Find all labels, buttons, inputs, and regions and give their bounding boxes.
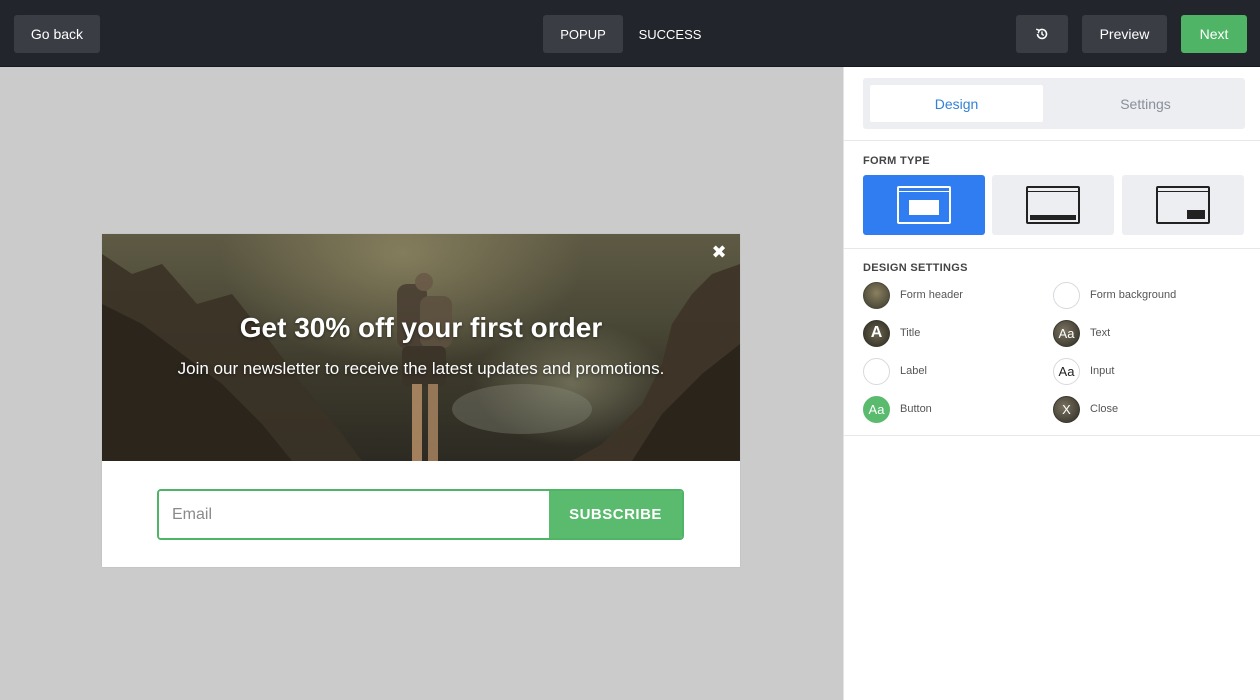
setting-text[interactable]: Aa Text	[1053, 319, 1110, 347]
form-header-swatch	[863, 281, 890, 309]
design-settings-heading: DESIGN SETTINGS	[863, 262, 968, 274]
panel-tabs: Design Settings	[863, 78, 1245, 129]
top-toolbar: Go back POPUP SUCCESS Preview Next	[0, 0, 1260, 67]
subscribe-button[interactable]: SUBSCRIBE	[549, 491, 682, 538]
popup-subtitle: Join our newsletter to receive the lates…	[177, 359, 665, 378]
form-type-popup[interactable]	[863, 175, 985, 235]
email-input[interactable]	[159, 491, 549, 538]
close-swatch: X	[1053, 395, 1080, 423]
setting-form-background[interactable]: Form background	[1053, 281, 1176, 309]
title-swatch: A	[863, 319, 890, 347]
email-signup-form: SUBSCRIBE	[157, 489, 684, 540]
popup-close-icon[interactable]: ✖	[709, 242, 729, 262]
setting-label: Text	[1090, 327, 1111, 339]
form-type-slide-in[interactable]	[1122, 175, 1244, 235]
tab-popup[interactable]: POPUP	[543, 15, 623, 53]
divider	[844, 435, 1260, 436]
popup-preview: ✖ Get 30% off your first order Join our …	[102, 234, 740, 567]
setting-label: Label	[900, 365, 927, 377]
setting-label: Form header	[900, 289, 963, 301]
setting-label-style[interactable]: Label	[863, 357, 927, 385]
text-swatch: Aa	[1053, 319, 1080, 347]
setting-button[interactable]: Aa Button	[863, 395, 932, 423]
form-background-swatch	[1053, 281, 1080, 309]
popup-header-image: ✖ Get 30% off your first order Join our …	[102, 234, 740, 461]
setting-close[interactable]: X Close	[1053, 395, 1118, 423]
setting-label: Title	[900, 327, 921, 339]
next-button[interactable]: Next	[1181, 15, 1247, 53]
label-swatch	[863, 357, 890, 385]
design-panel: Design Settings FORM TYPE DESIGN SETTING…	[843, 67, 1260, 700]
setting-title[interactable]: A Title	[863, 319, 920, 347]
form-type-bar[interactable]	[992, 175, 1114, 235]
preview-button[interactable]: Preview	[1082, 15, 1167, 53]
setting-label: Input	[1090, 365, 1115, 377]
popup-title: Get 30% off your first order	[239, 312, 603, 343]
setting-input[interactable]: Aa Input	[1053, 357, 1114, 385]
bar-form-icon	[1026, 186, 1080, 224]
button-swatch: Aa	[863, 395, 890, 423]
tab-design[interactable]: Design	[870, 85, 1043, 122]
history-button[interactable]	[1016, 15, 1068, 53]
setting-label: Button	[900, 403, 932, 415]
editor-canvas: ✖ Get 30% off your first order Join our …	[0, 67, 843, 700]
popup-form-icon	[897, 186, 951, 224]
slide-in-form-icon	[1156, 186, 1210, 224]
setting-form-header[interactable]: Form header	[863, 281, 963, 309]
tab-settings[interactable]: Settings	[1053, 85, 1238, 122]
tab-success[interactable]: SUCCESS	[628, 15, 712, 53]
input-swatch: Aa	[1053, 357, 1080, 385]
form-type-heading: FORM TYPE	[863, 155, 930, 167]
setting-label: Form background	[1090, 289, 1177, 301]
go-back-button[interactable]: Go back	[14, 15, 100, 53]
history-icon	[1035, 28, 1048, 40]
divider	[844, 140, 1260, 141]
divider	[844, 248, 1260, 249]
mountain-hiker-image	[102, 254, 740, 461]
setting-label: Close	[1090, 403, 1119, 415]
